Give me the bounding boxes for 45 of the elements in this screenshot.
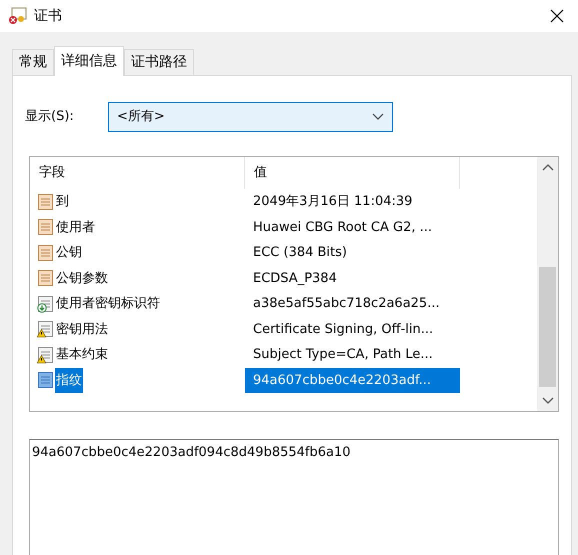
document-icon <box>37 218 55 236</box>
detail-text-field[interactable]: 94a607cbbe0c4e2203adf094c8d49b8554fb6a10 <box>29 439 559 555</box>
tab[interactable]: 常规 <box>12 49 54 75</box>
field-name: 指纹 <box>55 368 83 393</box>
field-name: 基本约束 <box>55 346 109 364</box>
field-value: 94a607cbbe0c4e2203adf... <box>245 368 460 393</box>
field-name: 使用者密钥标识符 <box>55 295 161 313</box>
list-row[interactable]: 使用者密钥标识符 a38e5af55abc718c2a6a25... <box>30 291 537 316</box>
list-row[interactable]: 密钥用法 Certificate Signing, Off-lin... <box>30 316 537 342</box>
column-header[interactable]: 值 <box>245 157 460 189</box>
document-icon <box>37 269 55 288</box>
close-icon[interactable] <box>550 9 564 23</box>
field-value: Certificate Signing, Off-lin... <box>252 320 434 338</box>
document-icon <box>37 192 55 211</box>
document-warning-icon <box>37 320 55 338</box>
document-icon <box>37 244 55 262</box>
field-value: 2049年3月16日 11:04:39 <box>252 193 414 211</box>
tab[interactable]: 详细信息 <box>54 46 124 76</box>
field-value: Subject Type=CA, Path Le... <box>252 346 434 364</box>
caret-icon <box>372 113 384 121</box>
field-name: 密钥用法 <box>55 320 109 338</box>
show-label: 显示(S): <box>25 108 75 126</box>
document-icon <box>37 371 55 390</box>
list-row[interactable]: 公钥 ECC (384 Bits) <box>30 240 537 266</box>
field-value: ECC (384 Bits) <box>252 244 348 262</box>
document-download-icon <box>37 294 55 313</box>
window-title: 证书 <box>34 6 62 26</box>
field-name: 使用者 <box>55 218 96 236</box>
list-row[interactable]: 指纹 94a607cbbe0c4e2203adf... <box>30 368 537 393</box>
list-row[interactable]: 到 2049年3月16日 11:04:39 <box>30 189 537 214</box>
field-name: 公钥参数 <box>55 270 109 288</box>
field-name: 到 <box>55 193 70 211</box>
scrollbar[interactable] <box>537 157 558 411</box>
field-value: Huawei CBG Root CA G2, ... <box>252 218 434 236</box>
list-row[interactable]: 使用者 Huawei CBG Root CA G2, ... <box>30 214 537 240</box>
tab[interactable]: 证书路径 <box>124 49 194 75</box>
document-warning-icon <box>37 346 55 364</box>
field-value: ECDSA_P384 <box>252 270 338 288</box>
certificate-icon <box>8 7 28 25</box>
show-dropdown[interactable]: <所有> <box>108 102 393 132</box>
list-row[interactable]: 基本约束 Subject Type=CA, Path Le... <box>30 342 537 368</box>
field-value: a38e5af55abc718c2a6a25... <box>252 295 441 313</box>
list-row[interactable]: 公钥参数 ECDSA_P384 <box>30 266 537 291</box>
column-header[interactable]: 字段 <box>30 157 245 189</box>
field-name: 公钥 <box>55 244 83 262</box>
